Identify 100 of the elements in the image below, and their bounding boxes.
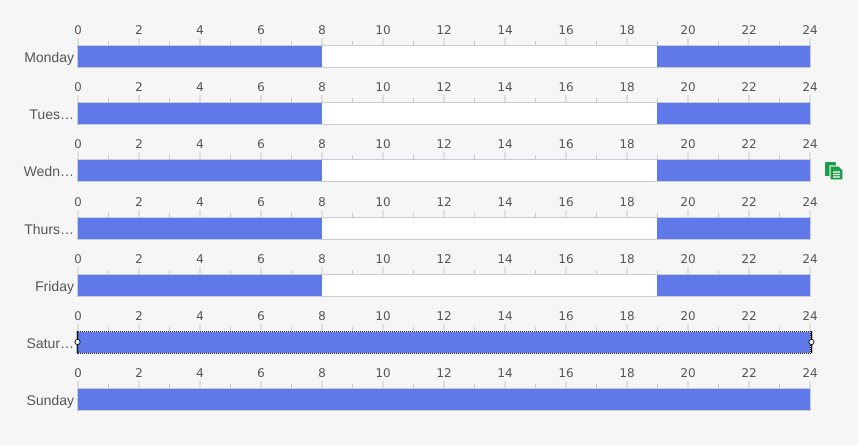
axis-tick-label: 0 — [74, 366, 82, 380]
axis-tick-label: 14 — [497, 308, 513, 323]
axis-tick-label: 8 — [318, 308, 326, 323]
day-label: Friday — [34, 276, 74, 296]
axis-tick-label: 24 — [802, 252, 818, 266]
axis-tick-label: 22 — [741, 23, 757, 37]
axis-tick-label: 12 — [436, 137, 452, 152]
axis-tick-label: 10 — [375, 308, 391, 323]
axis-tick-label: 14 — [497, 23, 513, 37]
axis-tick-label: 2 — [135, 80, 143, 94]
time-segment[interactable] — [78, 103, 322, 124]
axis-tick-label: 22 — [741, 308, 757, 323]
axis-tick-label: 14 — [497, 137, 513, 152]
axis-tick-label: 12 — [436, 252, 452, 266]
axis-tick-label: 2 — [135, 23, 143, 37]
resize-handle[interactable] — [808, 330, 814, 353]
axis-tick-label: 0 — [74, 23, 82, 37]
axis-tick-label: 12 — [436, 23, 452, 37]
day-label: Monday — [23, 48, 74, 67]
axis-tick-label: 24 — [802, 366, 818, 380]
day-label: Sunday — [26, 391, 74, 410]
axis-tick-label: 22 — [741, 366, 757, 380]
time-segment[interactable] — [657, 160, 810, 182]
axis-tick-label: 22 — [741, 80, 757, 94]
axis-tick-label: 22 — [741, 137, 757, 152]
axis-tick-label: 18 — [619, 252, 635, 266]
axis-tick-label: 2 — [135, 366, 143, 380]
axis-tick-label: 20 — [680, 366, 696, 380]
axis-tick-label: 20 — [680, 194, 696, 209]
axis-tick-label: 24 — [802, 23, 818, 37]
axis-tick-label: 6 — [257, 137, 265, 152]
day-label: Satur… — [26, 334, 74, 353]
day-label: Wedn… — [22, 162, 74, 182]
axis-tick-label: 10 — [375, 194, 391, 209]
axis-tick-label: 16 — [558, 23, 574, 37]
axis-tick-label: 22 — [741, 252, 757, 266]
axis-tick-label: 8 — [318, 137, 326, 152]
axis-tick-label: 10 — [375, 137, 391, 152]
axis-tick-label: 24 — [802, 308, 818, 323]
axis-tick-label: 2 — [135, 194, 143, 209]
axis-tick-label: 8 — [318, 252, 326, 266]
axis-tick-label: 0 — [74, 194, 82, 209]
time-segment[interactable] — [657, 103, 810, 124]
axis-tick-label: 20 — [680, 80, 696, 94]
axis-tick-label: 4 — [196, 252, 204, 266]
axis-tick-label: 12 — [436, 308, 452, 323]
axis-tick-label: 0 — [74, 80, 82, 94]
axis-tick-label: 14 — [497, 252, 513, 266]
axis-tick-label: 10 — [375, 80, 391, 94]
time-segment[interactable] — [78, 160, 322, 182]
axis-tick-label: 4 — [196, 366, 204, 380]
day-label: Thurs… — [23, 220, 74, 239]
time-segment[interactable] — [78, 218, 322, 239]
axis-tick-label: 20 — [680, 308, 696, 323]
axis-tick-label: 12 — [436, 366, 452, 380]
axis-tick-label: 6 — [257, 366, 265, 380]
axis-tick-label: 4 — [196, 308, 204, 323]
axis-tick-label: 6 — [257, 23, 265, 37]
axis-tick-label: 4 — [196, 137, 204, 152]
axis-tick-label: 18 — [619, 366, 635, 380]
axis-tick-label: 0 — [74, 252, 82, 266]
axis-tick-label: 8 — [318, 80, 326, 94]
axis-tick-label: 18 — [619, 80, 635, 94]
axis-tick-label: 6 — [257, 194, 265, 209]
axis-tick-label: 22 — [741, 194, 757, 209]
axis-tick-label: 24 — [802, 194, 818, 209]
axis-tick-label: 0 — [74, 137, 82, 152]
axis-tick-label: 20 — [680, 23, 696, 37]
axis-tick-label: 4 — [196, 80, 204, 94]
axis-tick-label: 24 — [802, 137, 818, 152]
axis-tick-label: 8 — [318, 366, 326, 380]
axis-tick-label: 16 — [558, 80, 574, 94]
axis-tick-label: 6 — [257, 80, 265, 94]
axis-tick-label: 18 — [619, 23, 635, 37]
axis-tick-label: 4 — [196, 23, 204, 37]
time-segment[interactable] — [657, 274, 810, 296]
copy-icon[interactable] — [824, 160, 844, 181]
axis-tick-label: 16 — [558, 366, 574, 380]
axis-tick-label: 2 — [135, 137, 143, 152]
axis-tick-label: 14 — [497, 194, 513, 209]
time-segment[interactable] — [78, 274, 322, 296]
axis-tick-label: 8 — [318, 23, 326, 37]
axis-tick-label: 10 — [375, 252, 391, 266]
axis-tick-label: 10 — [375, 23, 391, 37]
resize-handle[interactable] — [74, 330, 80, 353]
axis-tick-label: 6 — [257, 308, 265, 323]
axis-tick-label: 10 — [375, 366, 391, 380]
axis-tick-label: 2 — [135, 252, 143, 266]
axis-tick-label: 14 — [497, 366, 513, 380]
axis-tick-label: 4 — [196, 194, 204, 209]
axis-tick-label: 2 — [135, 308, 143, 323]
time-segment[interactable] — [657, 218, 810, 239]
axis-tick-label: 12 — [436, 80, 452, 94]
axis-tick-label: 6 — [257, 252, 265, 266]
axis-tick-label: 12 — [436, 194, 452, 209]
axis-tick-label: 14 — [497, 80, 513, 94]
axis-tick-label: 16 — [558, 137, 574, 152]
axis-tick-label: 0 — [74, 308, 82, 323]
axis-tick-label: 18 — [619, 308, 635, 323]
day-label: Tues… — [28, 105, 74, 124]
